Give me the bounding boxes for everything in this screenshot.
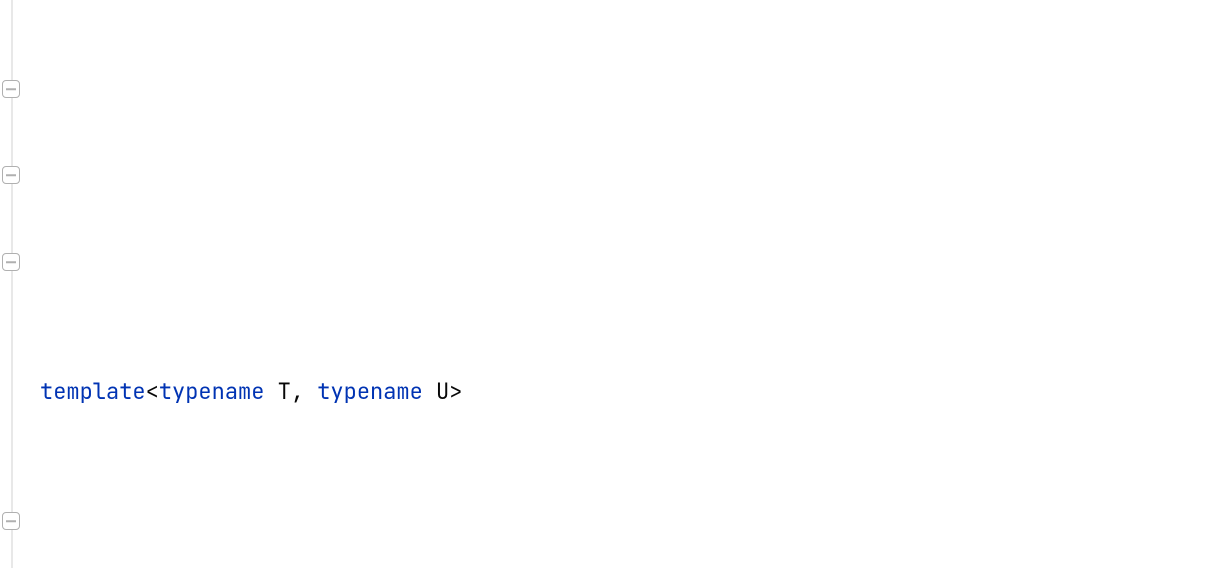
keyword: template <box>40 377 146 406</box>
code-line[interactable]: template<typename T, typename U> <box>40 370 1232 413</box>
fold-icon[interactable] <box>2 166 20 184</box>
type-param: U <box>423 377 449 406</box>
punct: < <box>146 377 159 406</box>
fold-icon[interactable] <box>2 512 20 530</box>
punct: > <box>449 377 462 406</box>
keyword: typename <box>304 377 423 406</box>
code-area[interactable]: template<typename T, typename U> auto do… <box>40 198 1232 568</box>
code-editor[interactable]: template<typename T, typename U> auto do… <box>0 0 1232 568</box>
type-param: T <box>264 377 290 406</box>
keyword: typename <box>159 377 265 406</box>
gutter <box>0 0 34 568</box>
punct: , <box>291 377 304 406</box>
fold-icon[interactable] <box>2 253 20 271</box>
fold-icon[interactable] <box>2 80 20 98</box>
